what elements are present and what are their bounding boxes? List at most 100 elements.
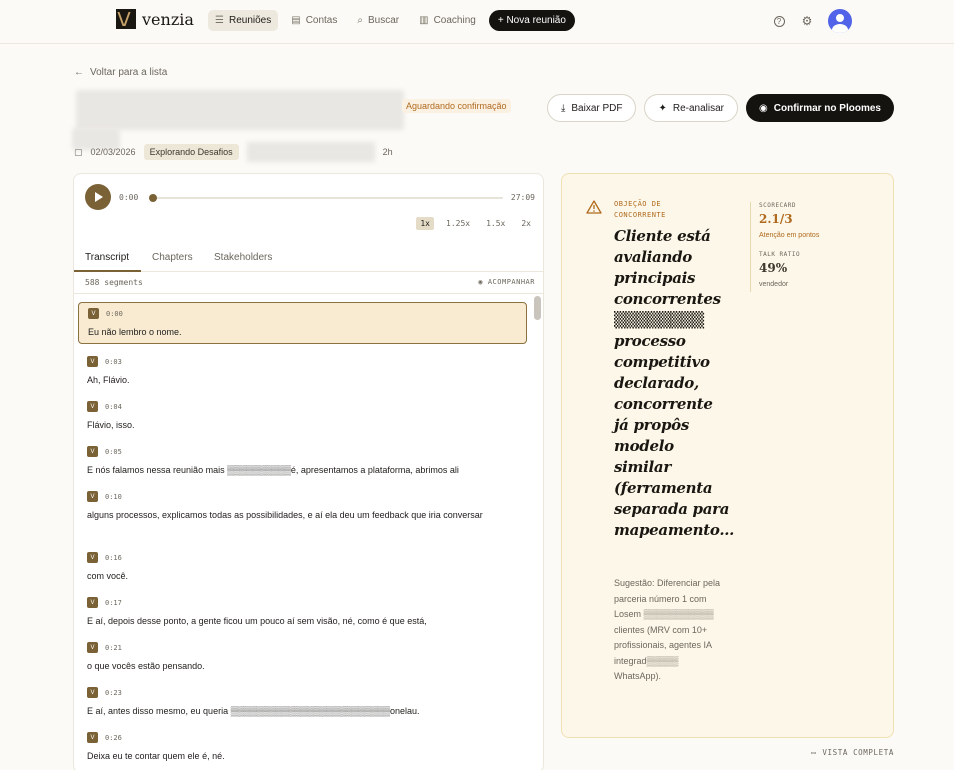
nav-item-reunioes[interactable]: ☰ Reuniões	[208, 10, 279, 31]
transcript-segment[interactable]: V 0:00 Eu não lembro o nome.	[78, 302, 527, 344]
follow-toggle[interactable]: ◉ ACOMPANHAR	[478, 278, 535, 286]
duration-suffix: 2h	[382, 147, 393, 157]
speaker-badge: V	[87, 356, 98, 367]
nav-item-label: Coaching	[433, 15, 476, 26]
follow-label: ACOMPANHAR	[487, 278, 535, 286]
transcript-segment[interactable]: V 0:03 Ah, Flávio.	[78, 351, 527, 393]
calendar-icon: ▢	[74, 146, 83, 157]
seek-knob[interactable]	[149, 194, 157, 202]
speaker-badge: V	[87, 687, 98, 698]
objection-title: Cliente está avaliando principais concor…	[614, 227, 735, 539]
redacted-title	[76, 90, 404, 130]
segment-time: 0:26	[105, 733, 122, 742]
check-circle-icon: ◉	[759, 102, 768, 114]
segment-time: 0:17	[105, 598, 122, 607]
segment-text: Ah, Flávio.	[87, 375, 130, 385]
main-nav: ☰ Reuniões ▤ Contas ⌕ Buscar ▥ Coaching …	[208, 10, 575, 31]
reanalyze-label: Re-analisar	[672, 102, 725, 114]
download-pdf-button[interactable]: ⤓ Baixar PDF	[546, 94, 637, 122]
seek-bar[interactable]	[149, 194, 503, 202]
nav-item-contas[interactable]: ▤ Contas	[284, 10, 344, 31]
confirm-ploomes-button[interactable]: ◉ Confirmar no Ploomes	[746, 94, 894, 122]
transcript-segment[interactable]: V 0:21 o que vocês estão pensando.	[78, 637, 527, 679]
transcript-tabs: Transcript Chapters Stakeholders	[74, 244, 543, 272]
speed-1-5x[interactable]: 1.5x	[482, 217, 509, 230]
segment-text: Deixa eu te contar quem ele é, né.	[87, 751, 225, 761]
bar-chart-icon: ▥	[419, 15, 429, 26]
total-time: 27:09	[510, 193, 535, 202]
scorecard-label: SCORECARD	[759, 202, 797, 209]
segment-time: 0:16	[105, 553, 122, 562]
transcript-segment[interactable]: V 0:16 com você.	[78, 547, 527, 589]
nav-item-label: Reuniões	[228, 15, 272, 26]
tab-chapters[interactable]: Chapters	[152, 252, 193, 263]
segment-count: 588 segments	[85, 278, 143, 287]
stage-tag: Explorando Desafios	[143, 144, 239, 160]
meeting-meta: ▢ 02/03/2026 Explorando Desafios 2h	[74, 142, 393, 162]
play-button[interactable]	[85, 184, 111, 210]
speaker-badge: V	[87, 401, 98, 412]
nav-item-buscar[interactable]: ⌕ Buscar	[350, 10, 406, 31]
speed-1x[interactable]: 1x	[416, 217, 434, 230]
header-actions: ⤓ Baixar PDF ✦ Re-analisar ◉ Confirmar n…	[546, 94, 894, 122]
list-icon: ☰	[215, 15, 224, 26]
confirm-label: Confirmar no Ploomes	[773, 102, 881, 114]
speed-2x[interactable]: 2x	[517, 217, 535, 230]
segment-time: 0:21	[105, 643, 122, 652]
help-icon[interactable]: ?	[772, 14, 786, 28]
transcript-scrollbar[interactable]	[534, 296, 541, 320]
transcript-segment[interactable]: V 0:04 Flávio, isso.	[78, 396, 527, 438]
gear-icon[interactable]: ⚙	[800, 14, 814, 28]
new-meeting-button[interactable]: + Nova reunião	[488, 10, 575, 31]
audio-player: 0:00 27:09 1x 1.25x 1.5x 2x	[85, 184, 535, 234]
speaker-badge: V	[87, 491, 98, 502]
transcript-segment[interactable]: V 0:05 E nós falamos nessa reunião mais ▒…	[78, 441, 527, 483]
download-pdf-label: Baixar PDF	[571, 102, 623, 114]
speaker-badge: V	[87, 552, 98, 563]
search-icon: ⌕	[357, 15, 363, 26]
back-to-list-link[interactable]: ← Voltar para a lista	[74, 67, 167, 78]
transcript-panel: 0:00 27:09 1x 1.25x 1.5x 2x Transcript C…	[73, 173, 544, 770]
segment-text: Flávio, isso.	[87, 420, 135, 430]
full-view-link[interactable]: ▭ VISTA COMPLETA	[811, 748, 894, 757]
sparkle-icon: ✦	[658, 102, 667, 114]
transcript-segment[interactable]: V 0:26 Deixa eu te contar quem ele é, né.	[78, 727, 527, 769]
transcript-segment[interactable]: V 0:17 E aí, depois desse ponto, a gente …	[78, 592, 527, 634]
download-icon: ⤓	[560, 102, 566, 114]
status-badge: Aguardando confirmação	[402, 99, 511, 113]
transcript-segment[interactable]: V 0:23 E aí, antes disso mesmo, eu queria…	[78, 682, 527, 724]
top-navigation-bar: venzia ☰ Reuniões ▤ Contas ⌕ Buscar ▥ Co…	[0, 0, 954, 44]
back-link-label: Voltar para a lista	[90, 67, 168, 78]
tab-stakeholders[interactable]: Stakeholders	[214, 252, 272, 263]
transcript-subbar: 588 segments ◉ ACOMPANHAR	[74, 272, 543, 294]
segment-text: o que vocês estão pensando.	[87, 661, 205, 671]
brand-logo[interactable]: venzia	[116, 9, 194, 29]
building-icon: ▤	[291, 15, 301, 26]
segment-text: alguns processos, explicamos todas as po…	[87, 510, 483, 520]
segment-time: 0:05	[105, 447, 122, 456]
speed-1-25x[interactable]: 1.25x	[442, 217, 474, 230]
nav-item-coaching[interactable]: ▥ Coaching	[412, 10, 483, 31]
avatar[interactable]	[828, 9, 852, 33]
speaker-badge: V	[87, 642, 98, 653]
scorecard-value: 2.1/3	[759, 212, 793, 226]
segment-time: 0:03	[105, 357, 122, 366]
arrow-left-icon: ←	[74, 67, 84, 78]
top-right-actions: ? ⚙	[772, 9, 852, 33]
logo-mark-icon	[116, 9, 136, 29]
objection-suggestion: Sugestão: Diferenciar pela parceria núme…	[614, 578, 721, 681]
full-view-label: VISTA COMPLETA	[822, 748, 894, 757]
transcript-segment[interactable]: V 0:10 alguns processos, explicamos todas…	[78, 486, 527, 544]
segment-time: 0:23	[105, 688, 122, 697]
segment-time: 0:04	[105, 402, 122, 411]
segment-text: E nós falamos nessa reunião mais ▒▒▒▒▒▒▒…	[87, 465, 459, 475]
reanalyze-button[interactable]: ✦ Re-analisar	[644, 94, 739, 122]
insight-panel: OBJEÇÃO DE CONCORRENTE Cliente está aval…	[561, 173, 894, 738]
scorecard-note: Atenção em pontos	[759, 232, 820, 239]
tab-transcript[interactable]: Transcript	[85, 252, 129, 263]
segment-text: E aí, antes disso mesmo, eu queria ▒▒▒▒▒…	[87, 706, 420, 716]
talk-ratio-label: TALK RATIO	[759, 251, 801, 258]
segment-text: com você.	[87, 571, 129, 581]
segment-text: Eu não lembro o nome.	[88, 327, 182, 337]
speaker-badge: V	[87, 597, 98, 608]
